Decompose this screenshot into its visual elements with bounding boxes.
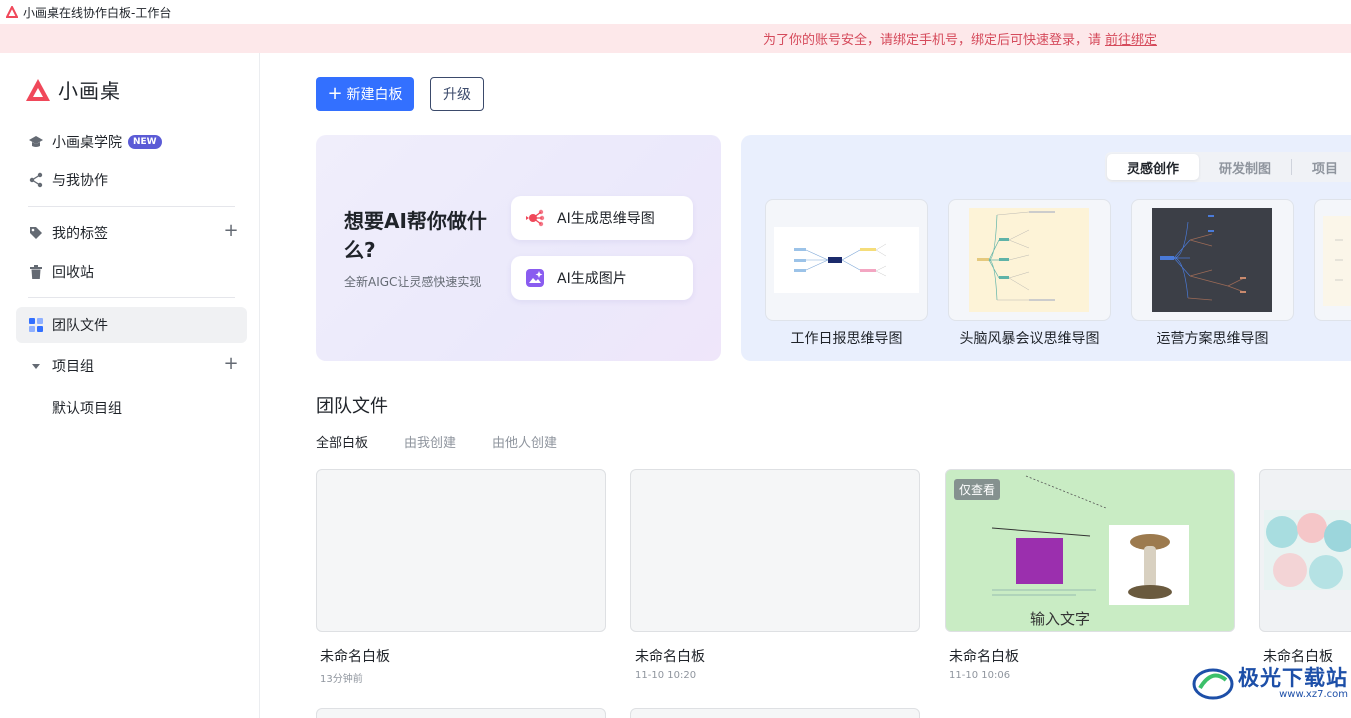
sidebar-item-label: 与我协作 (52, 173, 108, 189)
tag-icon (28, 225, 44, 241)
new-badge: NEW (128, 135, 162, 149)
ai-card-title: 想要AI帮你做什么? (344, 209, 487, 262)
ai-image-label: AI生成图片 (557, 271, 627, 287)
sidebar-item-label: 回收站 (52, 265, 94, 281)
sidebar-item-label: 团队文件 (52, 318, 108, 334)
add-project-icon[interactable]: + (223, 355, 239, 373)
new-whiteboard-label: 新建白板 (346, 87, 403, 103)
ai-promo-card: 想要AI帮你做什么? 全新AIGC让灵感快速实现 AI生成思维导图 AI生成图片 (316, 135, 721, 361)
sidebar-item-label: 小画桌学院 (52, 135, 122, 151)
file-card[interactable] (1259, 469, 1351, 632)
file-name: 未命名白板 (1263, 649, 1333, 665)
template-preview-brainstorm (969, 208, 1089, 312)
sidebar-item-shared[interactable]: 与我协作 (16, 162, 247, 198)
ai-card-subtitle: 全新AIGC让灵感快速实现 (344, 275, 482, 289)
watermark: 极光下载站 www.xz7.com (1192, 664, 1348, 704)
file-name: 未命名白板 (635, 649, 705, 665)
template-label: 运营方案思维导图 (1156, 331, 1269, 347)
template-label: 头脑风暴会议思维导图 (959, 331, 1100, 347)
caret-down-icon[interactable] (28, 358, 44, 374)
ai-mindmap-label: AI生成思维导图 (557, 211, 655, 227)
template-tabs: 灵感创作 研发制图 项目 (1105, 152, 1351, 182)
add-tag-icon[interactable]: + (223, 222, 239, 240)
template-preview-partial (1323, 216, 1351, 306)
canvas-text: 输入文字 (1030, 610, 1091, 628)
window-title: 小画桌在线协作白板-工作台 (23, 5, 172, 20)
template-preview-daily-report (774, 227, 919, 293)
ai-mindmap-button[interactable]: AI生成思维导图 (511, 196, 693, 240)
template-preview-operations (1152, 208, 1272, 312)
trash-icon (28, 264, 44, 280)
templates-panel: 灵感创作 研发制图 项目 工作日报思维导图 头脑风暴会议思维导图 运营方案思维导… (741, 135, 1351, 361)
file-card[interactable] (630, 469, 920, 632)
sidebar-item-academy[interactable]: 小画桌学院 NEW (16, 124, 247, 160)
file-card[interactable] (316, 708, 606, 718)
template-card-operations[interactable] (1131, 199, 1294, 321)
tab-project[interactable]: 项目 (1292, 154, 1351, 180)
file-time: 11-10 10:06 (949, 670, 1011, 681)
watermark-logo-icon (1192, 668, 1234, 700)
filter-mine[interactable]: 由我创建 (404, 432, 456, 451)
sidebar-item-team-files[interactable]: 团队文件 (16, 307, 247, 343)
sidebar-item-label: 项目组 (52, 359, 94, 375)
sidebar-item-project-group[interactable]: 项目组 + (16, 348, 247, 384)
file-time: 11-10 10:20 (635, 670, 697, 681)
sidebar: 小画桌 小画桌学院 NEW 与我协作 我的标签 + 回收站 团队文件 项目组 +… (0, 53, 260, 718)
graduation-cap-icon (28, 134, 44, 150)
file-name: 未命名白板 (949, 649, 1019, 665)
view-only-badge: 仅查看 (954, 479, 1001, 500)
window-titlebar: 小画桌在线协作白板-工作台 (0, 0, 1351, 24)
upgrade-button[interactable]: 升级 (430, 77, 484, 111)
sidebar-item-tags[interactable]: 我的标签 + (16, 215, 247, 251)
new-whiteboard-button[interactable]: + 新建白板 (316, 77, 414, 111)
filter-all[interactable]: 全部白板 (316, 432, 368, 451)
sidebar-divider (28, 206, 235, 207)
brand-logo[interactable]: 小画桌 (24, 75, 121, 104)
security-banner: 为了你的账号安全，请绑定手机号，绑定后可快速登录，请 前往绑定 (0, 24, 1351, 53)
team-files-icon (28, 317, 44, 333)
sidebar-divider (28, 297, 235, 298)
share-icon (28, 172, 44, 188)
sidebar-item-trash[interactable]: 回收站 (16, 254, 247, 290)
plus-icon: + (327, 83, 343, 104)
file-name: 未命名白板 (320, 649, 390, 665)
brand-icon (26, 78, 50, 101)
brand-name: 小画桌 (58, 79, 121, 103)
file-card[interactable] (630, 708, 920, 718)
file-preview-umbrellas (1264, 510, 1351, 590)
template-card-partial[interactable] (1314, 199, 1351, 321)
file-card[interactable] (316, 469, 606, 632)
banner-message: 为了你的账号安全，请绑定手机号，绑定后可快速登录，请 (762, 33, 1101, 48)
filter-others[interactable]: 由他人创建 (492, 432, 557, 451)
ai-image-icon (526, 269, 544, 287)
tab-rd-diagram[interactable]: 研发制图 (1199, 154, 1291, 180)
template-label: 工作日报思维导图 (790, 331, 903, 347)
tab-inspiration[interactable]: 灵感创作 (1107, 154, 1200, 180)
mindmap-icon (526, 209, 545, 227)
template-card-brainstorm[interactable] (948, 199, 1111, 321)
file-card[interactable]: 仅查看 输入文字 (945, 469, 1235, 632)
template-label: 目 (1304, 328, 1351, 348)
sidebar-subitem-default-project[interactable]: 默认项目组 (52, 398, 122, 418)
file-time: 13分钟前 (320, 674, 363, 685)
template-card-daily-report[interactable] (765, 199, 928, 321)
app-logo-icon (6, 6, 18, 18)
bind-phone-link[interactable]: 前往绑定 (1105, 29, 1157, 48)
watermark-url: www.xz7.com (1279, 689, 1348, 700)
section-title: 团队文件 (316, 396, 388, 417)
watermark-text: 极光下载站 (1238, 666, 1348, 690)
ai-image-button[interactable]: AI生成图片 (511, 256, 693, 300)
sidebar-item-label: 我的标签 (52, 226, 108, 242)
